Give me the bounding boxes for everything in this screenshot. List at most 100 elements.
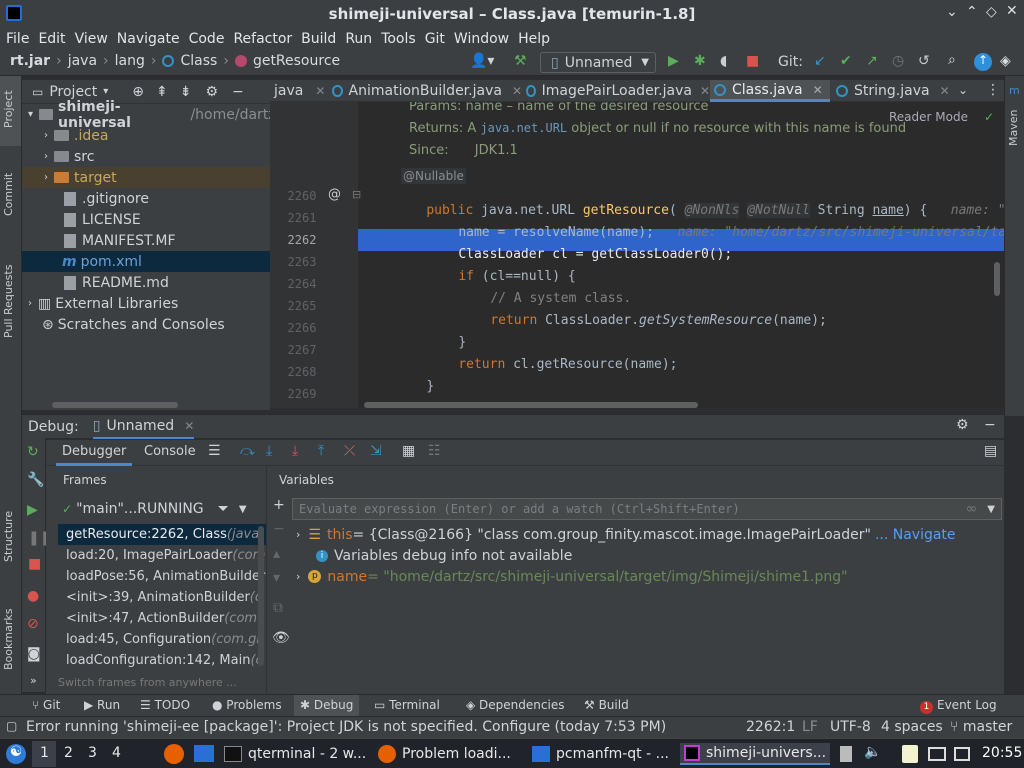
- status-window-icon[interactable]: ▢: [6, 719, 17, 733]
- filter-icon[interactable]: ⏷: [218, 501, 229, 517]
- tool-run[interactable]: ▶ Run: [84, 698, 120, 712]
- add-watch-icon[interactable]: +: [273, 497, 285, 513]
- copy-icon[interactable]: ⧉: [273, 600, 283, 616]
- chevron-right-icon[interactable]: ›: [296, 570, 300, 583]
- chevron-down-icon[interactable]: ⌄: [958, 83, 968, 97]
- expand-all-icon[interactable]: ⇟: [180, 84, 192, 100]
- menu-git[interactable]: Git: [425, 31, 445, 47]
- layout-icon[interactable]: ▤: [984, 443, 997, 459]
- volume-icon[interactable]: 🔈: [864, 744, 881, 760]
- workspace-3[interactable]: 3: [88, 745, 97, 761]
- menu-build[interactable]: Build: [301, 31, 336, 47]
- tab-image-pair-loader[interactable]: ImagePairLoader.java ✕: [522, 80, 710, 102]
- git-commit-icon[interactable]: ✔: [840, 53, 852, 69]
- tool-debug[interactable]: ✱ Debug: [294, 695, 360, 717]
- more-icon[interactable]: ⋮: [986, 82, 1000, 98]
- frame-item[interactable]: <init>:39, AnimationBuilder (c: [58, 587, 266, 608]
- variable-this[interactable]: › ☰ this = {Class@2166} "class com.group…: [296, 524, 1002, 545]
- tab-console[interactable]: Console: [144, 444, 196, 459]
- minimize-icon[interactable]: ⌄: [946, 4, 958, 20]
- hide-icon[interactable]: −: [232, 84, 244, 100]
- rollback-icon[interactable]: ↺: [918, 53, 930, 69]
- tree-item-pom[interactable]: m pom.xml: [22, 251, 270, 272]
- thread-selector[interactable]: ✓ "main"...RUNNING ⏷ ▼: [58, 498, 266, 520]
- remove-watch-icon[interactable]: −: [273, 521, 285, 537]
- tab-debugger[interactable]: Debugger: [62, 444, 126, 459]
- menu-file[interactable]: File: [6, 31, 29, 47]
- project-view-select[interactable]: Project: [49, 84, 97, 100]
- workspace-1[interactable]: 1: [40, 745, 49, 761]
- tool-commit[interactable]: Commit: [2, 173, 15, 216]
- taskbar-item-intellij[interactable]: shimeji-univers...: [680, 743, 830, 765]
- resume-icon[interactable]: ▶: [27, 502, 38, 518]
- tree-item-target[interactable]: › target: [22, 167, 270, 188]
- bluetooth-icon[interactable]: [840, 746, 852, 762]
- tool-structure[interactable]: Structure: [2, 511, 15, 562]
- tab-java[interactable]: java ✕: [270, 80, 328, 102]
- table-icon[interactable]: ▦: [402, 443, 415, 459]
- frame-item[interactable]: load:20, ImagePairLoader (com: [58, 545, 266, 566]
- editor-hscroll[interactable]: [364, 402, 698, 408]
- clipboard-icon[interactable]: [902, 745, 918, 763]
- frame-item[interactable]: <init>:47, ActionBuilder (com.: [58, 608, 266, 629]
- debug-bug-icon[interactable]: ✱: [694, 53, 706, 69]
- menu-refactor[interactable]: Refactor: [233, 31, 292, 47]
- menu-help[interactable]: Help: [518, 31, 550, 47]
- tool-maven[interactable]: Maven: [1007, 110, 1020, 146]
- git-branch[interactable]: ⑂ master: [950, 719, 1012, 735]
- coverage-icon[interactable]: ◖: [720, 53, 727, 69]
- file-encoding[interactable]: UTF-8: [830, 719, 871, 735]
- rerun-icon[interactable]: ↻: [27, 444, 39, 460]
- menu-window[interactable]: Window: [454, 31, 509, 47]
- workspace-4[interactable]: 4: [112, 745, 121, 761]
- menu-code[interactable]: Code: [189, 31, 225, 47]
- history-icon[interactable]: ◷: [892, 53, 904, 69]
- search-icon[interactable]: ⌕: [948, 52, 956, 68]
- tool-todo[interactable]: ☰ TODO: [140, 698, 190, 712]
- status-message[interactable]: Error running 'shimeji-ee [package]': Pr…: [26, 719, 666, 735]
- close-icon[interactable]: ✕: [940, 84, 950, 98]
- tree-item-license[interactable]: LICENSE: [22, 209, 270, 230]
- close-icon[interactable]: ✕: [315, 84, 325, 98]
- tab-class-java[interactable]: Class.java ✕: [710, 80, 830, 102]
- tree-item-idea[interactable]: › .idea: [22, 125, 270, 146]
- step-out-icon[interactable]: ⤒: [318, 443, 324, 459]
- frame-item[interactable]: loadConfiguration:142, Main (c: [58, 650, 266, 671]
- tool-event-log[interactable]: 1 Event Log: [920, 698, 997, 714]
- tree-root[interactable]: ▾ shimeji-universal /home/dartz: [22, 99, 270, 131]
- hide-icon[interactable]: −: [984, 417, 996, 433]
- fold-icon[interactable]: ⊟: [352, 188, 361, 201]
- project-scrollbar[interactable]: [52, 402, 178, 408]
- drop-frame-icon[interactable]: ⤫: [344, 443, 355, 459]
- reader-mode-button[interactable]: Reader Mode: [889, 110, 968, 124]
- git-push-icon[interactable]: ↗: [866, 53, 878, 69]
- tool-terminal[interactable]: ▭ Terminal: [374, 698, 440, 712]
- up-icon[interactable]: ▴: [273, 546, 280, 562]
- tab-animation-builder[interactable]: AnimationBuilder.java ✕: [328, 80, 522, 102]
- chevron-right-icon[interactable]: ›: [44, 172, 48, 183]
- tool-git[interactable]: ⑂ Git: [32, 698, 60, 712]
- maximize-icon[interactable]: ⌃: [966, 4, 978, 20]
- gear-icon[interactable]: ⚙: [956, 417, 969, 433]
- jetbrains-logo-icon[interactable]: ◈: [1000, 53, 1011, 69]
- breadcrumb-class[interactable]: Class: [180, 53, 217, 69]
- workspace-2[interactable]: 2: [64, 745, 73, 761]
- breadcrumb-lang[interactable]: lang: [115, 53, 145, 69]
- watch-eye-icon[interactable]: 👁: [272, 630, 290, 646]
- line-separator[interactable]: LF: [802, 719, 818, 735]
- frame-item[interactable]: loadPose:56, AnimationBuilder: [58, 566, 266, 587]
- taskbar-item-pcmanfm[interactable]: pcmanfm-qt - ...: [532, 743, 678, 765]
- mute-breakpoints-icon[interactable]: ⊘: [27, 616, 39, 632]
- tab-string-java[interactable]: String.java ✕: [832, 80, 950, 102]
- stop-icon[interactable]: ■: [28, 556, 41, 572]
- force-step-into-icon[interactable]: ⤓: [292, 443, 298, 459]
- step-over-icon[interactable]: ⤼: [240, 443, 255, 459]
- tree-item-gitignore[interactable]: .gitignore: [22, 188, 270, 209]
- tree-item-manifest[interactable]: MANIFEST.MF: [22, 230, 270, 251]
- start-menu-icon[interactable]: ☯: [6, 744, 26, 764]
- tree-item-scratches[interactable]: ⊛ Scratches and Consoles: [22, 314, 270, 335]
- more-icon[interactable]: »: [30, 674, 37, 687]
- menu-icon[interactable]: ☰: [208, 443, 221, 459]
- frame-item[interactable]: load:45, Configuration (com.gr: [58, 629, 266, 650]
- network-icon[interactable]: [954, 747, 970, 761]
